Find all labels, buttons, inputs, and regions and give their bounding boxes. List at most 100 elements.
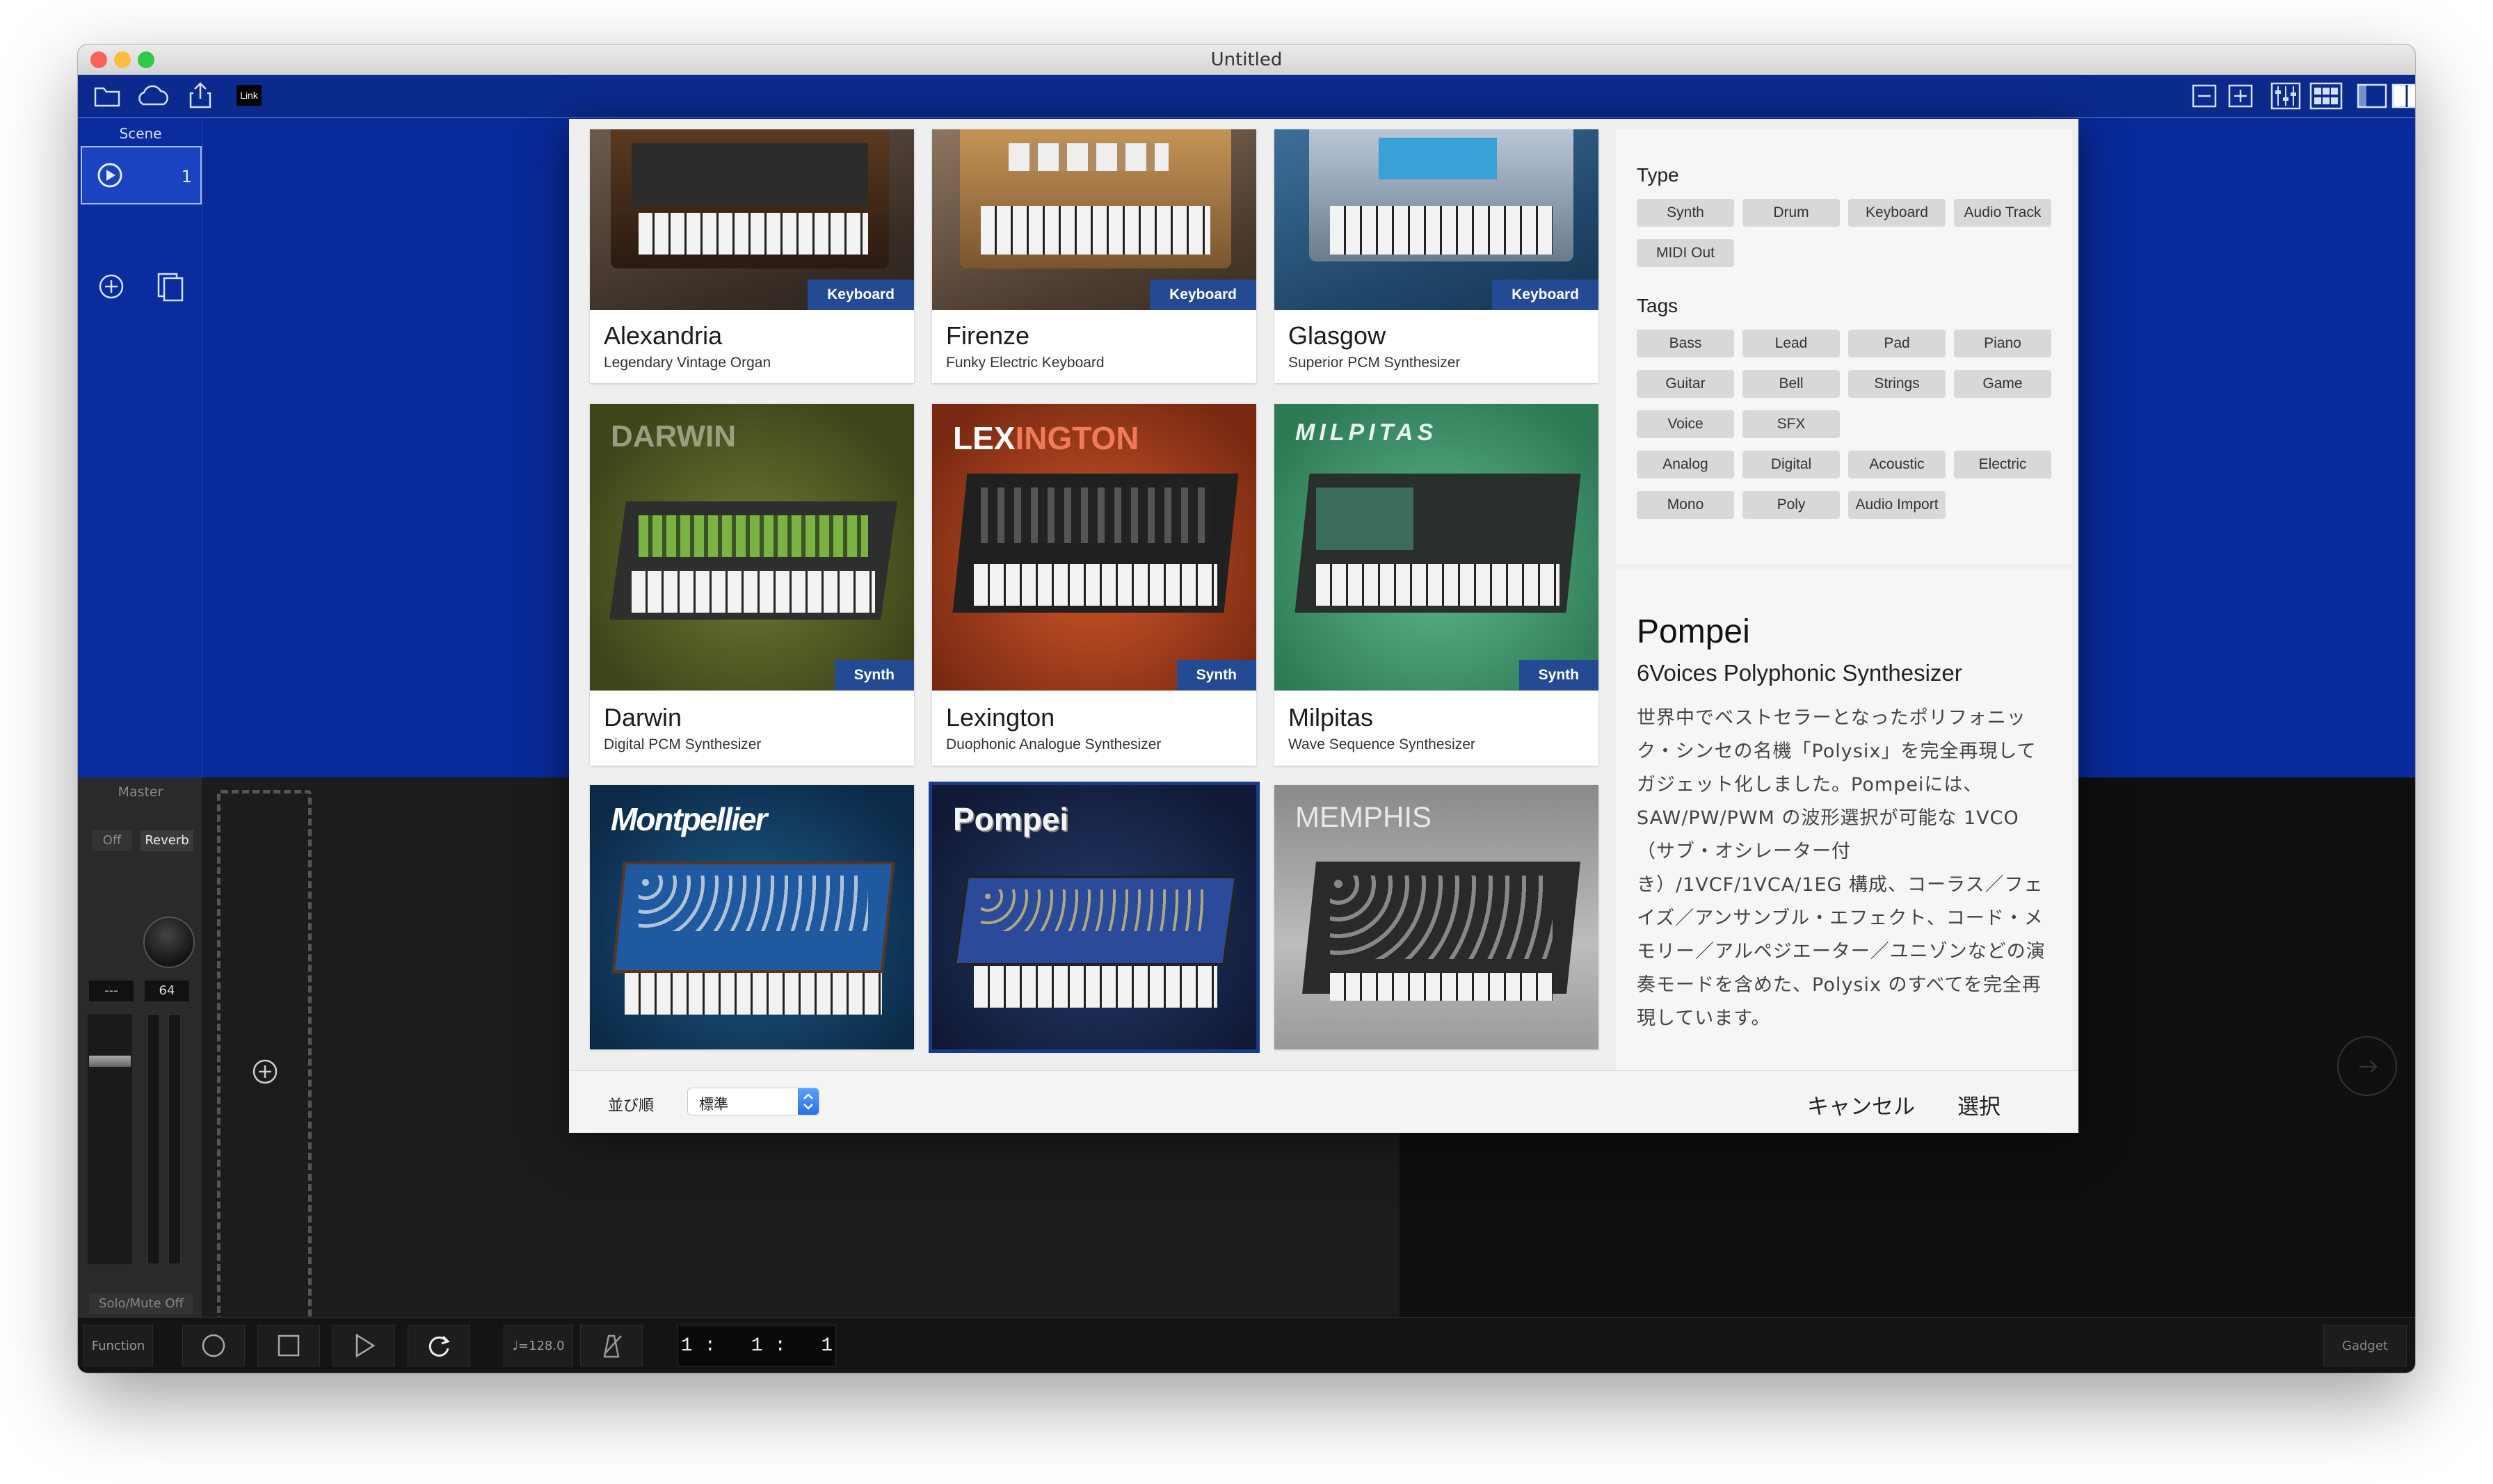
position-display[interactable]: 1 : 1 : 1 — [678, 1325, 836, 1366]
montpellier-artwork: Montpellier — [590, 785, 914, 1049]
scene-number: 1 — [181, 167, 192, 186]
chevron-up-down-icon — [803, 1093, 813, 1110]
filter-type-drum[interactable]: Drum — [1742, 199, 1840, 227]
volume-fader-track[interactable] — [88, 1014, 132, 1264]
play-scene-icon — [97, 163, 122, 188]
filter-tag-game[interactable]: Game — [1954, 370, 2051, 398]
left-panel-icon[interactable] — [2357, 83, 2387, 108]
gadget-browser-dialog: Keyboard Alexandria Legendary Vintage Or… — [569, 119, 2078, 1133]
split-panel-icon[interactable] — [2391, 83, 2415, 108]
lexington-logo: LEXINGTON — [953, 420, 1139, 456]
play-button[interactable] — [332, 1325, 395, 1366]
gadget-card-alexandria[interactable]: Keyboard Alexandria Legendary Vintage Or… — [590, 129, 914, 383]
filter-tag-poly[interactable]: Poly — [1742, 491, 1840, 519]
volume-fader-handle[interactable] — [89, 1056, 131, 1067]
gadget-card-montpellier[interactable]: Montpellier — [590, 785, 914, 1049]
filter-tag-sfx[interactable]: SFX — [1742, 410, 1840, 438]
select-stepper-icon — [798, 1088, 819, 1115]
type-heading: Type — [1637, 164, 1679, 186]
right-value-display: 64 — [145, 981, 189, 1001]
level-meter-left — [147, 1014, 160, 1264]
cloud-icon[interactable] — [135, 83, 173, 108]
filter-tag-strings[interactable]: Strings — [1848, 370, 1946, 398]
gadget-name: Milpitas — [1288, 703, 1374, 732]
solo-mute-button[interactable]: Solo/Mute Off — [89, 1293, 193, 1314]
zoom-out-icon[interactable] — [2191, 83, 2218, 108]
filter-tag-piano[interactable]: Piano — [1954, 330, 2051, 357]
gadget-button[interactable]: Gadget — [2323, 1325, 2407, 1366]
reverb-knob[interactable] — [143, 917, 195, 968]
loop-button[interactable] — [408, 1325, 470, 1366]
filter-tag-bell[interactable]: Bell — [1742, 370, 1840, 398]
tempo-display[interactable]: ♩=128.0 — [504, 1325, 573, 1366]
gadget-detail-panel: Pompei 6Voices Polyphonic Synthesizer 世界… — [1616, 570, 2072, 1070]
gadget-card-glasgow[interactable]: Keyboard Glasgow Superior PCM Synthesize… — [1274, 129, 1598, 383]
gadget-name: Lexington — [946, 703, 1055, 732]
filter-tag-pad[interactable]: Pad — [1848, 330, 1946, 357]
gadget-card-pompei[interactable]: Pompei — [929, 782, 1260, 1053]
sort-label: 並び順 — [608, 1097, 655, 1115]
reverb-button[interactable]: Reverb — [141, 830, 193, 851]
function-button[interactable]: Function — [83, 1325, 153, 1366]
master-channel: Master Off Reverb --- 64 Solo/Mute Off — [78, 777, 203, 1363]
gadget-card-firenze[interactable]: Keyboard Firenze Funky Electric Keyboard — [932, 129, 1256, 383]
gadget-card-lexington[interactable]: LEXINGTON Synth Lexington Duophonic Anal… — [932, 404, 1256, 766]
scene-list: Scene 1 — [78, 118, 203, 777]
off-button[interactable]: Off — [92, 830, 132, 851]
filter-type-midi-out[interactable]: MIDI Out — [1637, 239, 1734, 267]
category-badge: Synth — [1176, 660, 1256, 691]
scene-header: Scene — [119, 125, 162, 142]
lexington-artwork: LEXINGTON Synth — [932, 404, 1256, 691]
filter-tag-voice[interactable]: Voice — [1637, 410, 1734, 438]
memphis-artwork: MEMPHIS — [1274, 785, 1598, 1049]
record-button[interactable] — [182, 1325, 245, 1366]
filter-tag-mono[interactable]: Mono — [1637, 491, 1734, 519]
filter-type-keyboard[interactable]: Keyboard — [1848, 199, 1946, 227]
metronome-button[interactable] — [580, 1325, 643, 1366]
filter-type-audio-track[interactable]: Audio Track — [1954, 199, 2051, 227]
next-arrow-button[interactable] — [2337, 1036, 2397, 1096]
filter-tag-acoustic[interactable]: Acoustic — [1848, 451, 1946, 478]
grid-icon[interactable] — [2309, 82, 2343, 110]
filter-tag-guitar[interactable]: Guitar — [1637, 370, 1734, 398]
gadget-subtitle: Digital PCM Synthesizer — [604, 736, 762, 752]
filter-tag-digital[interactable]: Digital — [1742, 451, 1840, 478]
transport-bar: Function ♩=128.0 1 : 1 : 1 Gadget — [78, 1317, 2415, 1373]
folder-icon[interactable] — [93, 83, 121, 108]
link-button[interactable]: Link — [237, 85, 262, 106]
filter-tag-bass[interactable]: Bass — [1637, 330, 1734, 357]
gadget-card-milpitas[interactable]: MILPITAS Synth Milpitas Wave Sequence Sy… — [1274, 404, 1598, 766]
zoom-in-icon[interactable] — [2227, 83, 2254, 108]
cancel-button[interactable]: キャンセル — [1807, 1089, 1915, 1120]
stop-icon — [278, 1334, 300, 1357]
filter-tag-lead[interactable]: Lead — [1742, 330, 1840, 357]
gadget-card-memphis[interactable]: MEMPHIS — [1274, 785, 1598, 1049]
sort-value: 標準 — [699, 1096, 728, 1113]
add-track-slot[interactable] — [217, 790, 312, 1346]
stop-button[interactable] — [257, 1325, 320, 1366]
loop-icon — [428, 1335, 450, 1357]
window-title: Untitled — [1210, 49, 1283, 70]
gadget-card-darwin[interactable]: DARWIN Synth Darwin Digital PCM Synthesi… — [590, 404, 914, 766]
add-scene-icon[interactable] — [97, 273, 125, 300]
gadget-subtitle: Legendary Vintage Organ — [604, 355, 771, 371]
scene-item-1[interactable]: 1 — [81, 146, 202, 204]
gadget-name: Alexandria — [604, 321, 723, 350]
filter-type-synth[interactable]: Synth — [1637, 199, 1734, 227]
duplicate-scene-icon[interactable] — [156, 271, 186, 302]
mixer-icon[interactable] — [2270, 82, 2301, 110]
filter-tag-audio-import[interactable]: Audio Import — [1848, 491, 1946, 519]
gadget-subtitle: Duophonic Analogue Synthesizer — [946, 736, 1162, 752]
sort-select[interactable]: 標準 — [687, 1088, 819, 1115]
gadget-subtitle: Superior PCM Synthesizer — [1288, 355, 1461, 371]
filter-tag-analog[interactable]: Analog — [1637, 451, 1734, 478]
filter-tag-electric[interactable]: Electric — [1954, 451, 2051, 478]
milpitas-logo: MILPITAS — [1295, 419, 1438, 446]
firenze-artwork: Keyboard — [932, 129, 1256, 310]
detail-subtitle: 6Voices Polyphonic Synthesizer — [1637, 660, 1962, 686]
select-button[interactable]: 選択 — [1957, 1089, 2001, 1120]
darwin-artwork: DARWIN Synth — [590, 404, 914, 691]
category-badge: Keyboard — [1150, 280, 1256, 310]
share-icon[interactable] — [188, 81, 213, 110]
gadget-name: Firenze — [946, 321, 1030, 350]
